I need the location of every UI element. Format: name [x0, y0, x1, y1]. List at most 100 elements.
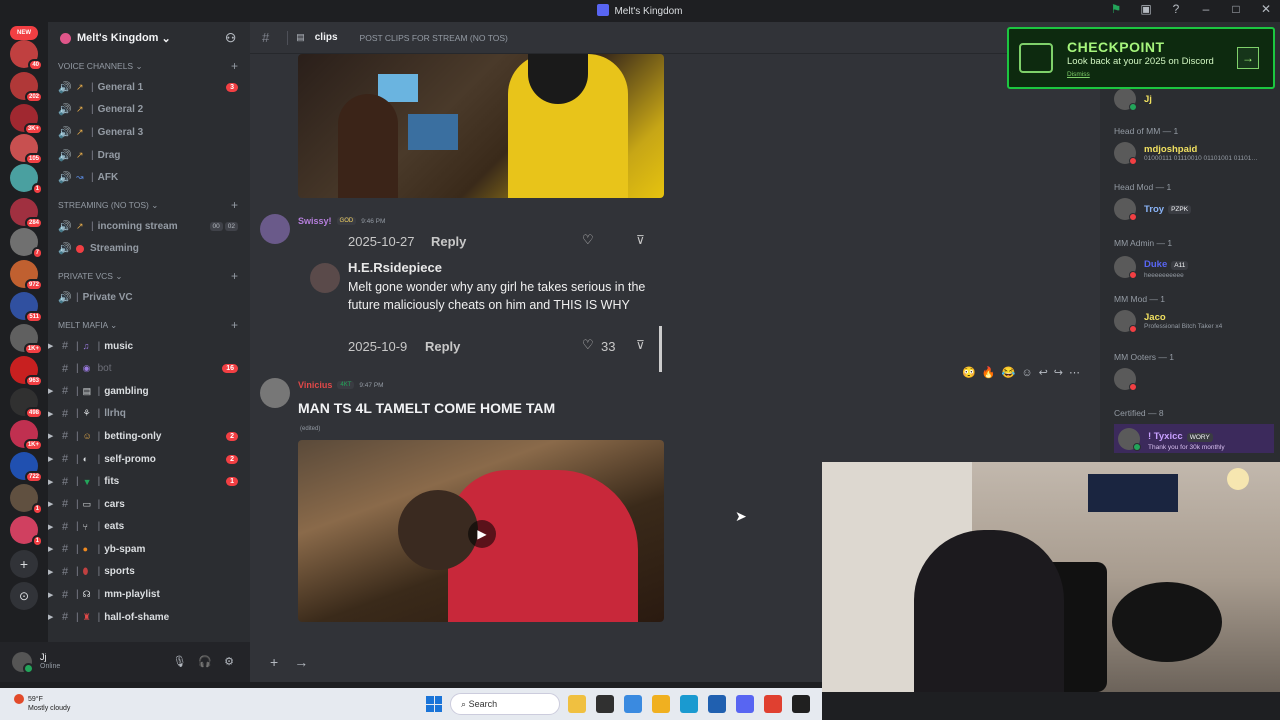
discord-icon[interactable]: [736, 695, 754, 713]
voice-channel[interactable]: 🔊 ↗ | General 3: [48, 121, 250, 144]
server-icon[interactable]: 3K+: [10, 104, 43, 135]
server-icon[interactable]: 40: [10, 40, 43, 71]
add-reaction-icon[interactable]: ☺: [1021, 367, 1032, 379]
image-attachment[interactable]: [298, 54, 664, 198]
reaction-emoji-icon[interactable]: 🔥: [982, 366, 996, 379]
avatar[interactable]: [12, 652, 34, 674]
reaction-emoji-icon[interactable]: 😂: [1002, 366, 1016, 379]
reaction-emoji-icon[interactable]: 😳: [962, 366, 976, 379]
member-item[interactable]: mdjoshpaid 01000111 01110010 01101001 011…: [1114, 142, 1258, 165]
text-channel[interactable]: ▶ # | ▼ | fits 1: [48, 470, 250, 493]
file-explorer-icon[interactable]: [652, 695, 670, 713]
server-icon[interactable]: 1K+: [10, 420, 43, 451]
expand-icon[interactable]: →: [294, 654, 308, 670]
close-icon[interactable]: ✕: [1258, 2, 1274, 16]
server-icon[interactable]: 1: [10, 484, 43, 515]
member-item[interactable]: Duke A11 heeeeeeeeee: [1114, 254, 1189, 279]
text-channel[interactable]: ▶ # | ◐ | self-promo 2: [48, 448, 250, 471]
server-icon[interactable]: 963: [10, 356, 43, 387]
text-channel[interactable]: ▶ # | ⬮ | sports: [48, 561, 250, 584]
voice-channel[interactable]: 🔊 | Private VC: [48, 286, 250, 309]
add-attachment-icon[interactable]: +: [270, 654, 278, 670]
weather-widget[interactable]: 59°F Mostly cloudy: [14, 694, 70, 713]
member-item[interactable]: Jaco Professional Bitch Taker x4: [1114, 310, 1222, 333]
server-icon[interactable]: 511: [10, 292, 43, 323]
voice-channel[interactable]: 🔊 Streaming: [48, 238, 250, 261]
widgets-icon[interactable]: [568, 695, 586, 713]
edge-icon[interactable]: [680, 695, 698, 713]
discover-icon[interactable]: ⊙: [10, 582, 38, 610]
server-icon[interactable]: 972: [10, 260, 43, 291]
message-author[interactable]: Swissy!: [298, 216, 332, 226]
embedded-comment-image[interactable]: 2025-10-27 Reply ♡ ⊽ H.E.Rsidepiece Melt…: [298, 226, 664, 374]
avatar[interactable]: [260, 378, 290, 408]
server-icon[interactable]: 498: [10, 388, 43, 419]
chrome-icon[interactable]: [764, 695, 782, 713]
text-channel[interactable]: ▶ # | ⑂ | eats: [48, 516, 250, 539]
member-item[interactable]: Troy PZPK: [1114, 198, 1192, 221]
text-channel[interactable]: ▶ # | ☊ | mm-playlist: [48, 583, 250, 606]
copilot-icon[interactable]: [624, 695, 642, 713]
category-private[interactable]: PRIVATE VCS ⌄ +: [48, 266, 250, 286]
avatar[interactable]: [260, 214, 290, 244]
server-icon[interactable]: 105: [10, 134, 43, 165]
text-channel[interactable]: ▶ # | ⚘ | llrhq: [48, 403, 250, 426]
obs-icon[interactable]: [792, 695, 810, 713]
channel-topic[interactable]: POST CLIPS FOR STREAM (NO TOS): [360, 33, 508, 43]
taskbar-search[interactable]: ⌕ Search: [450, 693, 560, 715]
add-channel-icon[interactable]: +: [231, 266, 238, 286]
role-tag: 4KT: [337, 381, 355, 389]
gear-icon[interactable]: ⚙: [224, 655, 234, 668]
add-channel-icon[interactable]: +: [231, 315, 238, 335]
text-channel[interactable]: ▶ # | ♫ | music: [48, 335, 250, 358]
text-channel[interactable]: ▶ # | ♜ | hall-of-shame: [48, 606, 250, 629]
arrow-right-icon[interactable]: →: [1237, 47, 1259, 69]
help-icon[interactable]: ?: [1168, 2, 1184, 16]
server-icon[interactable]: 202: [10, 72, 43, 103]
category-mafia[interactable]: MELT MAFIA ⌄ +: [48, 315, 250, 335]
server-icon[interactable]: 1: [10, 516, 43, 547]
inbox-icon[interactable]: ▣: [1138, 2, 1154, 16]
server-icon[interactable]: 722: [10, 452, 43, 483]
more-icon[interactable]: ⋯: [1069, 366, 1080, 379]
voice-channel[interactable]: 🔊 ↗ | General 2: [48, 99, 250, 122]
video-attachment[interactable]: ▶: [298, 440, 664, 622]
add-server-icon[interactable]: +: [10, 550, 38, 578]
text-channel[interactable]: ▶ # | ☺ | betting-only 2: [48, 425, 250, 448]
microphone-icon[interactable]: 🎙: [172, 655, 186, 668]
add-channel-icon[interactable]: +: [231, 56, 238, 76]
voice-channel[interactable]: 🔊 ↝ | AFK: [48, 166, 250, 189]
checkpoint-banner[interactable]: CHECKPOINT Look back at your 2025 on Dis…: [1007, 27, 1275, 89]
voice-channel[interactable]: 🔊 ↗ | General 13: [48, 76, 250, 99]
minimize-icon[interactable]: –: [1198, 2, 1214, 16]
forward-icon[interactable]: ↪: [1054, 366, 1063, 379]
member-item[interactable]: ! Tyxicc WORY Thank you for 30k monthly: [1114, 424, 1274, 453]
voice-channel[interactable]: 🔊 ↗ | incoming stream 00 02: [48, 215, 250, 238]
store-icon[interactable]: [708, 695, 726, 713]
headphones-icon[interactable]: 🎧: [198, 655, 212, 668]
start-button[interactable]: [426, 696, 442, 712]
add-channel-icon[interactable]: +: [231, 195, 238, 215]
invite-icon[interactable]: ⚇: [225, 31, 236, 45]
server-icon[interactable]: 284: [10, 198, 43, 229]
flag-icon[interactable]: ⚑: [1108, 2, 1124, 16]
maximize-icon[interactable]: □: [1228, 2, 1244, 16]
text-channel[interactable]: # | ◉ bot 16: [48, 357, 250, 380]
play-icon[interactable]: ▶: [468, 520, 496, 548]
text-channel[interactable]: ▶ # | ▤ | gambling: [48, 380, 250, 403]
member-item[interactable]: Jj: [1114, 88, 1152, 111]
dismiss-link[interactable]: Dismiss: [1067, 71, 1090, 78]
message-author[interactable]: Vinicius: [298, 380, 332, 390]
server-icon[interactable]: 7: [10, 228, 43, 259]
task-view-icon[interactable]: [596, 695, 614, 713]
guild-header[interactable]: Melt's Kingdom ⌄ ⚇: [48, 22, 250, 54]
text-channel[interactable]: ▶ # | ● | yb-spam: [48, 538, 250, 561]
server-icon[interactable]: 1K+: [10, 324, 43, 355]
text-channel[interactable]: ▶ # | ▭ | cars: [48, 493, 250, 516]
category-voice[interactable]: VOICE CHANNELS ⌄ +: [48, 56, 250, 76]
reply-icon[interactable]: ↩: [1039, 366, 1048, 379]
member-item[interactable]: [1114, 368, 1144, 391]
voice-channel[interactable]: 🔊 ↗ | Drag: [48, 144, 250, 167]
category-streaming[interactable]: STREAMING (NO TOS) ⌄ +: [48, 195, 250, 215]
server-icon[interactable]: 1: [10, 164, 43, 195]
